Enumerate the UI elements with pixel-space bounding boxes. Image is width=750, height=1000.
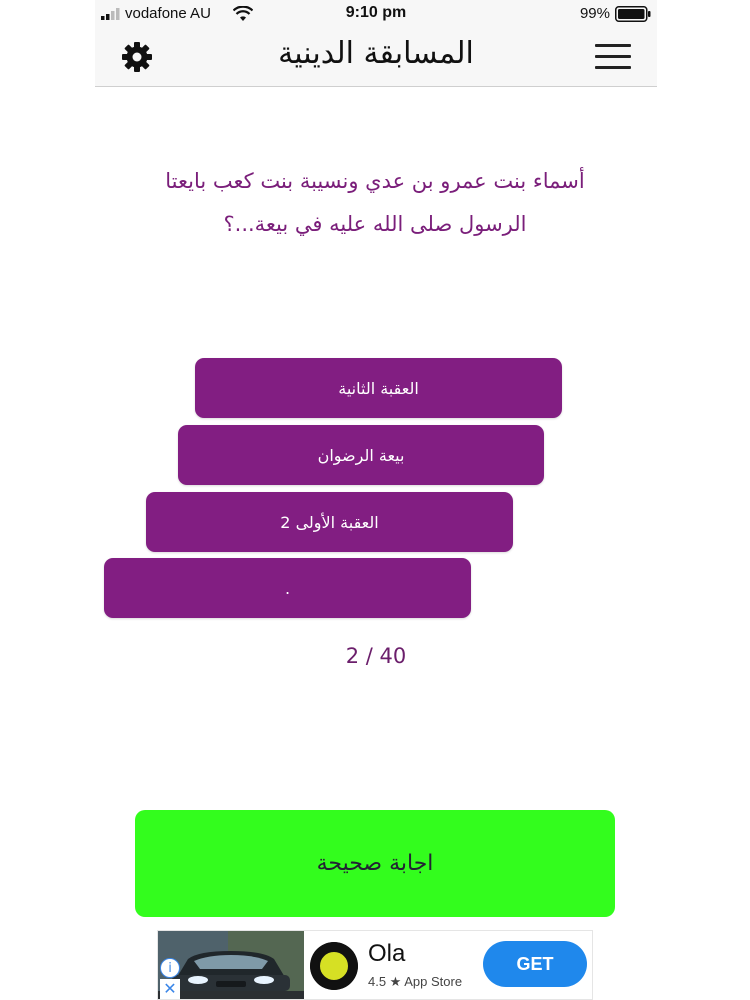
answer-button-4[interactable]: . xyxy=(104,558,471,618)
close-icon[interactable]: ✕ xyxy=(160,979,180,999)
ad-rating: 4.5 ★ App Store xyxy=(368,974,463,989)
hamburger-menu-icon[interactable] xyxy=(595,42,633,72)
page-title: المسابقة الدينية xyxy=(278,36,474,71)
info-icon[interactable]: i xyxy=(160,958,180,978)
answer-button-2[interactable]: بيعة الرضوان xyxy=(178,425,544,485)
app-screen: vodafone AU 9:10 pm 99% المسابقة الدينية… xyxy=(95,0,657,1000)
navigation-bar: المسابقة الدينية xyxy=(95,28,657,87)
question-line-1: أسماء بنت عمرو بن عدي ونسيبة بنت كعب باي… xyxy=(165,169,585,193)
battery-icon xyxy=(615,6,651,22)
ola-logo-icon xyxy=(310,942,358,990)
gear-icon[interactable] xyxy=(120,40,154,74)
question-text: أسماء بنت عمرو بن عدي ونسيبة بنت كعب باي… xyxy=(125,160,625,246)
answer-button-3[interactable]: العقبة الأولى 2 xyxy=(146,492,513,552)
get-button[interactable]: GET xyxy=(483,941,587,987)
battery-percentage: 99% xyxy=(579,5,610,22)
answer-button-1[interactable]: العقبة الثانية xyxy=(195,358,562,418)
ad-car-image[interactable]: i ✕ xyxy=(158,931,304,999)
question-line-2: الرسول صلى الله عليه في بيعة...؟ xyxy=(223,212,527,236)
correct-answer-banner[interactable]: اجابة صحيحة xyxy=(135,810,615,917)
status-bar: vodafone AU 9:10 pm 99% xyxy=(95,0,657,28)
ad-banner[interactable]: i ✕ Ola 4.5 ★ App Store GET xyxy=(157,930,593,1000)
ad-app-name: Ola xyxy=(368,940,406,967)
status-time: 9:10 pm xyxy=(345,4,407,21)
question-counter: 2 / 40 xyxy=(345,644,407,668)
